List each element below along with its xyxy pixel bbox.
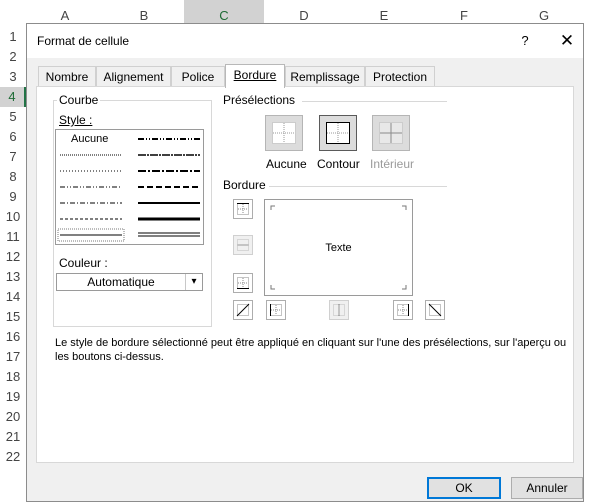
row-header[interactable]: 1 bbox=[0, 27, 26, 47]
row-header[interactable]: 17 bbox=[0, 347, 26, 367]
border-bottom-button[interactable] bbox=[233, 273, 253, 293]
preset-inside-label: Intérieur bbox=[370, 157, 415, 171]
help-note: Le style de bordure sélectionné peut êtr… bbox=[55, 337, 567, 363]
row-header[interactable]: 5 bbox=[0, 107, 26, 127]
presets-group-label: Présélections bbox=[221, 93, 298, 107]
tab-label: Police bbox=[181, 70, 215, 84]
border-group-label: Bordure bbox=[221, 178, 268, 192]
chevron-down-icon[interactable]: ▾ bbox=[185, 274, 202, 290]
column-header[interactable]: A bbox=[26, 0, 104, 25]
row-header[interactable]: 19 bbox=[0, 387, 26, 407]
dialog-title: Format de cellule bbox=[37, 34, 130, 48]
row-header[interactable]: 2 bbox=[0, 47, 26, 67]
row-header[interactable]: 18 bbox=[0, 367, 26, 387]
row-header[interactable]: 6 bbox=[0, 127, 26, 147]
color-label: Couleur : bbox=[57, 256, 110, 270]
column-header[interactable]: G bbox=[504, 0, 584, 25]
preset-outline-icon bbox=[326, 122, 350, 144]
border-bottom-icon bbox=[237, 277, 249, 289]
row-header[interactable]: 20 bbox=[0, 407, 26, 427]
border-right-button[interactable] bbox=[393, 300, 413, 320]
border-inside-horizontal-button bbox=[233, 235, 253, 255]
tab-label: Bordure bbox=[233, 68, 277, 82]
preset-outline-button[interactable] bbox=[319, 115, 357, 151]
tab-nombre[interactable]: Nombre bbox=[38, 66, 96, 86]
border-left-icon bbox=[270, 304, 282, 316]
border-inside-vertical-icon bbox=[333, 304, 345, 316]
help-button[interactable]: ? bbox=[515, 31, 535, 51]
preset-none-label[interactable]: Aucune bbox=[266, 157, 307, 171]
line-group-label: Courbe bbox=[57, 93, 101, 107]
style-label: Style : bbox=[57, 113, 95, 127]
border-diagonal-down-icon bbox=[428, 303, 442, 317]
row-header[interactable]: 22 bbox=[0, 447, 26, 467]
tab-bordure[interactable]: Bordure bbox=[225, 64, 285, 88]
row-header[interactable]: 15 bbox=[0, 307, 26, 327]
preset-none-icon bbox=[272, 122, 296, 144]
row-header[interactable]: 7 bbox=[0, 147, 26, 167]
row-header-selected[interactable]: 4 bbox=[0, 87, 26, 107]
border-top-icon bbox=[237, 203, 249, 215]
tab-alignement[interactable]: Alignement bbox=[96, 66, 171, 86]
row-header[interactable]: 12 bbox=[0, 247, 26, 267]
row-header[interactable]: 10 bbox=[0, 207, 26, 227]
ok-button[interactable]: OK bbox=[427, 477, 501, 499]
column-header[interactable]: E bbox=[344, 0, 424, 25]
border-inside-horizontal-icon bbox=[237, 239, 249, 251]
preset-none-button[interactable] bbox=[265, 115, 303, 151]
border-inside-vertical-button bbox=[329, 300, 349, 320]
line-style-samples[interactable] bbox=[56, 130, 203, 244]
close-button[interactable]: ✕ bbox=[555, 29, 579, 53]
color-dropdown[interactable]: Automatique ▾ bbox=[56, 273, 203, 291]
border-separator bbox=[269, 186, 447, 187]
row-header[interactable]: 14 bbox=[0, 287, 26, 307]
tab-label: Alignement bbox=[103, 70, 164, 84]
presets-separator bbox=[302, 101, 447, 102]
dialog-titlebar[interactable]: Format de cellule ? ✕ bbox=[27, 24, 583, 58]
cancel-button[interactable]: Annuler bbox=[511, 477, 583, 499]
column-header[interactable]: B bbox=[104, 0, 184, 25]
preset-inside-icon bbox=[379, 122, 403, 144]
border-tab-panel: Courbe Style : Aucune Couleur: Automati… bbox=[36, 86, 574, 463]
preview-text: Texte bbox=[325, 242, 352, 254]
tab-protection[interactable]: Protection bbox=[365, 66, 435, 86]
preset-inside-button bbox=[372, 115, 410, 151]
border-diagonal-down-button[interactable] bbox=[425, 300, 445, 320]
row-header[interactable]: 9 bbox=[0, 187, 26, 207]
column-header[interactable]: F bbox=[424, 0, 504, 25]
row-header[interactable]: 11 bbox=[0, 227, 26, 247]
border-right-icon bbox=[397, 304, 409, 316]
border-left-button[interactable] bbox=[266, 300, 286, 320]
row-header[interactable]: 8 bbox=[0, 167, 26, 187]
line-style-list[interactable]: Aucune bbox=[55, 129, 204, 245]
format-cells-dialog: Format de cellule ? ✕ Nombre Alignement … bbox=[26, 23, 584, 502]
column-header[interactable]: D bbox=[264, 0, 344, 25]
row-header[interactable]: 16 bbox=[0, 327, 26, 347]
row-header[interactable]: 21 bbox=[0, 427, 26, 447]
row-header[interactable]: 13 bbox=[0, 267, 26, 287]
color-dropdown-value: Automatique bbox=[87, 275, 155, 289]
border-top-button[interactable] bbox=[233, 199, 253, 219]
column-header-selected[interactable]: C bbox=[184, 0, 264, 25]
tab-remplissage[interactable]: Remplissage bbox=[285, 66, 365, 86]
tab-police[interactable]: Police bbox=[171, 66, 225, 86]
border-preview[interactable]: Texte bbox=[264, 199, 413, 296]
tab-label: Nombre bbox=[45, 70, 89, 84]
tab-label: Remplissage bbox=[290, 70, 360, 84]
border-diagonal-up-icon bbox=[236, 303, 250, 317]
row-header[interactable]: 3 bbox=[0, 67, 26, 87]
preset-outline-label[interactable]: Contour bbox=[317, 157, 360, 171]
border-diagonal-up-button[interactable] bbox=[233, 300, 253, 320]
tab-label: Protection bbox=[372, 70, 428, 84]
